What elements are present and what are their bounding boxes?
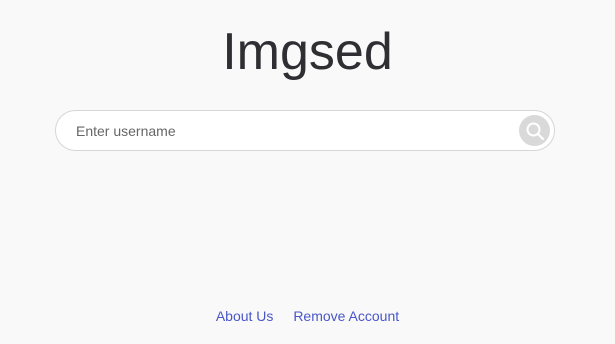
home-page: Imgsed About Us Remove Account xyxy=(0,0,615,344)
site-logo[interactable]: Imgsed xyxy=(0,22,615,82)
search-icon xyxy=(525,121,545,141)
search-button[interactable] xyxy=(519,115,550,146)
search-bar xyxy=(55,110,555,151)
about-us-link[interactable]: About Us xyxy=(216,308,274,324)
footer-links: About Us Remove Account xyxy=(0,307,615,325)
username-search-input[interactable] xyxy=(76,111,506,150)
remove-account-link[interactable]: Remove Account xyxy=(293,308,399,324)
